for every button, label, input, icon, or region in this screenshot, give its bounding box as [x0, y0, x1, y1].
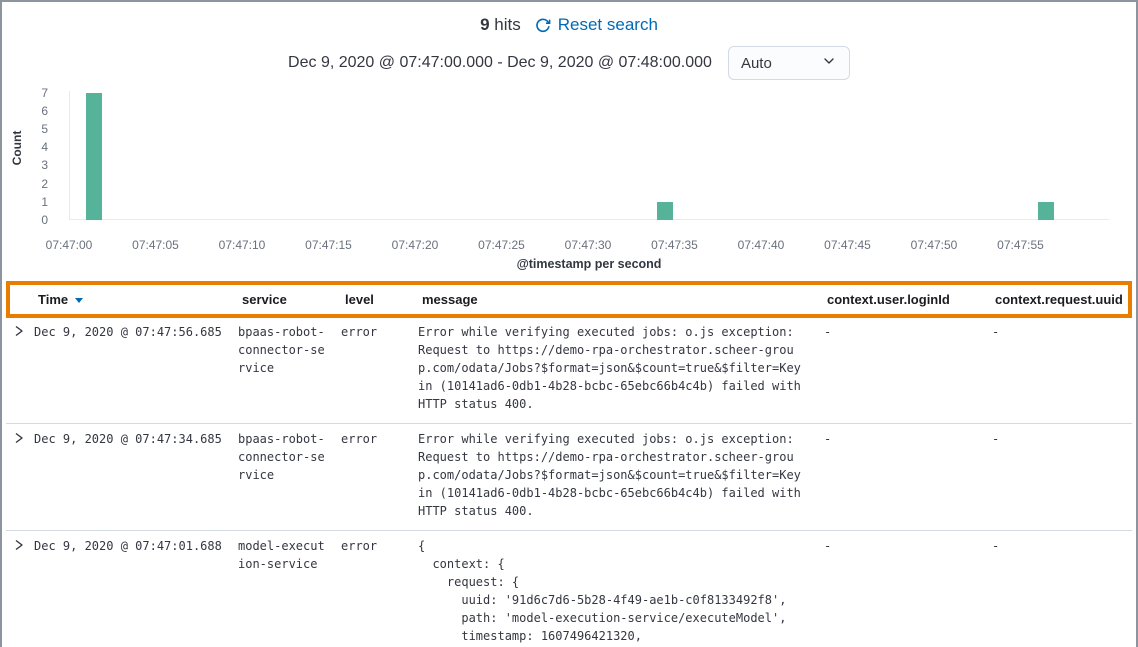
x-tick: 07:47:05 — [121, 238, 191, 252]
y-tick: 4 — [16, 139, 48, 155]
expand-row-icon[interactable] — [6, 537, 34, 557]
refresh-icon — [535, 17, 551, 33]
table-row: Dec 9, 2020 @ 07:47:34.685 bpaas-robot-c… — [6, 424, 1132, 531]
x-tick: 07:47:40 — [726, 238, 796, 252]
cell-loginid: - — [823, 323, 991, 341]
cell-uuid: - — [991, 323, 1132, 341]
cell-service: bpaas-robot-connector-service — [238, 430, 330, 484]
column-header-level[interactable]: level — [345, 292, 422, 307]
column-header-time[interactable]: Time — [38, 292, 242, 307]
hits-count: 9 hits — [480, 15, 521, 35]
table-row: Dec 9, 2020 @ 07:47:01.688 model-executi… — [6, 531, 1132, 647]
column-header-loginid[interactable]: context.user.loginId — [827, 292, 995, 307]
histogram-bar[interactable] — [657, 202, 673, 220]
x-tick: 07:47:55 — [986, 238, 1056, 252]
x-tick: 07:47:00 — [34, 238, 104, 252]
hits-bar: 9 hits Reset search — [2, 15, 1136, 35]
reset-search-button[interactable]: Reset search — [535, 15, 658, 35]
y-tick: 3 — [16, 157, 48, 173]
column-header-message[interactable]: message — [422, 292, 827, 307]
cell-time: Dec 9, 2020 @ 07:47:56.685 — [34, 323, 238, 341]
x-tick: 07:47:15 — [294, 238, 364, 252]
histogram-bar[interactable] — [86, 93, 102, 220]
column-header-uuid[interactable]: context.request.uuid — [995, 292, 1128, 307]
x-tick: 07:47:20 — [380, 238, 450, 252]
x-tick: 07:47:35 — [640, 238, 710, 252]
sort-desc-icon — [74, 295, 84, 305]
cell-uuid: - — [991, 430, 1132, 448]
y-tick: 7 — [16, 85, 48, 101]
cell-loginid: - — [823, 537, 991, 555]
expand-row-icon[interactable] — [6, 323, 34, 343]
cell-message: Error while verifying executed jobs: o.j… — [418, 323, 823, 413]
y-tick: 1 — [16, 194, 48, 210]
column-header-service[interactable]: service — [242, 292, 345, 307]
y-tick: 0 — [16, 212, 48, 228]
reset-search-label: Reset search — [558, 15, 658, 35]
column-header-time-label: Time — [38, 292, 68, 307]
hits-label: hits — [494, 15, 520, 34]
cell-time: Dec 9, 2020 @ 07:47:01.688 — [34, 537, 238, 555]
discover-panel: 9 hits Reset search Dec 9, 2020 @ 07:47:… — [0, 0, 1138, 647]
cell-loginid: - — [823, 430, 991, 448]
cell-message: Error while verifying executed jobs: o.j… — [418, 430, 823, 520]
y-tick: 5 — [16, 121, 48, 137]
histogram-bar[interactable] — [1038, 202, 1054, 220]
interval-select[interactable]: Auto — [728, 46, 850, 80]
results-table-body: Dec 9, 2020 @ 07:47:56.685 bpaas-robot-c… — [6, 317, 1132, 647]
y-tick: 2 — [16, 176, 48, 192]
x-tick: 07:47:30 — [553, 238, 623, 252]
histogram-chart: Count 01234567 07:47:0007:47:0507:47:100… — [2, 87, 1138, 277]
cell-time: Dec 9, 2020 @ 07:47:34.685 — [34, 430, 238, 448]
time-range-label: Dec 9, 2020 @ 07:47:00.000 - Dec 9, 2020… — [288, 54, 712, 72]
cell-message: { context: { request: { uuid: '91d6c7d6-… — [418, 537, 823, 647]
plot-area — [69, 91, 1109, 220]
x-tick: 07:47:50 — [899, 238, 969, 252]
y-tick: 6 — [16, 103, 48, 119]
cell-service: bpaas-robot-connector-service — [238, 323, 330, 377]
results-table-header: Time service level message context.user.… — [6, 281, 1132, 318]
hits-number: 9 — [480, 15, 489, 34]
time-range-bar: Dec 9, 2020 @ 07:47:00.000 - Dec 9, 2020… — [2, 46, 1136, 80]
x-tick: 07:47:45 — [813, 238, 883, 252]
x-tick: 07:47:10 — [207, 238, 277, 252]
cell-level: error — [341, 430, 418, 448]
expand-row-icon[interactable] — [6, 430, 34, 450]
cell-level: error — [341, 323, 418, 341]
cell-uuid: - — [991, 537, 1132, 555]
x-axis-label: @timestamp per second — [69, 257, 1109, 271]
table-row: Dec 9, 2020 @ 07:47:56.685 bpaas-robot-c… — [6, 317, 1132, 424]
interval-value: Auto — [741, 55, 772, 72]
cell-level: error — [341, 537, 418, 555]
chevron-down-icon — [821, 53, 837, 73]
x-tick: 07:47:25 — [467, 238, 537, 252]
cell-service: model-execution-service — [238, 537, 330, 573]
